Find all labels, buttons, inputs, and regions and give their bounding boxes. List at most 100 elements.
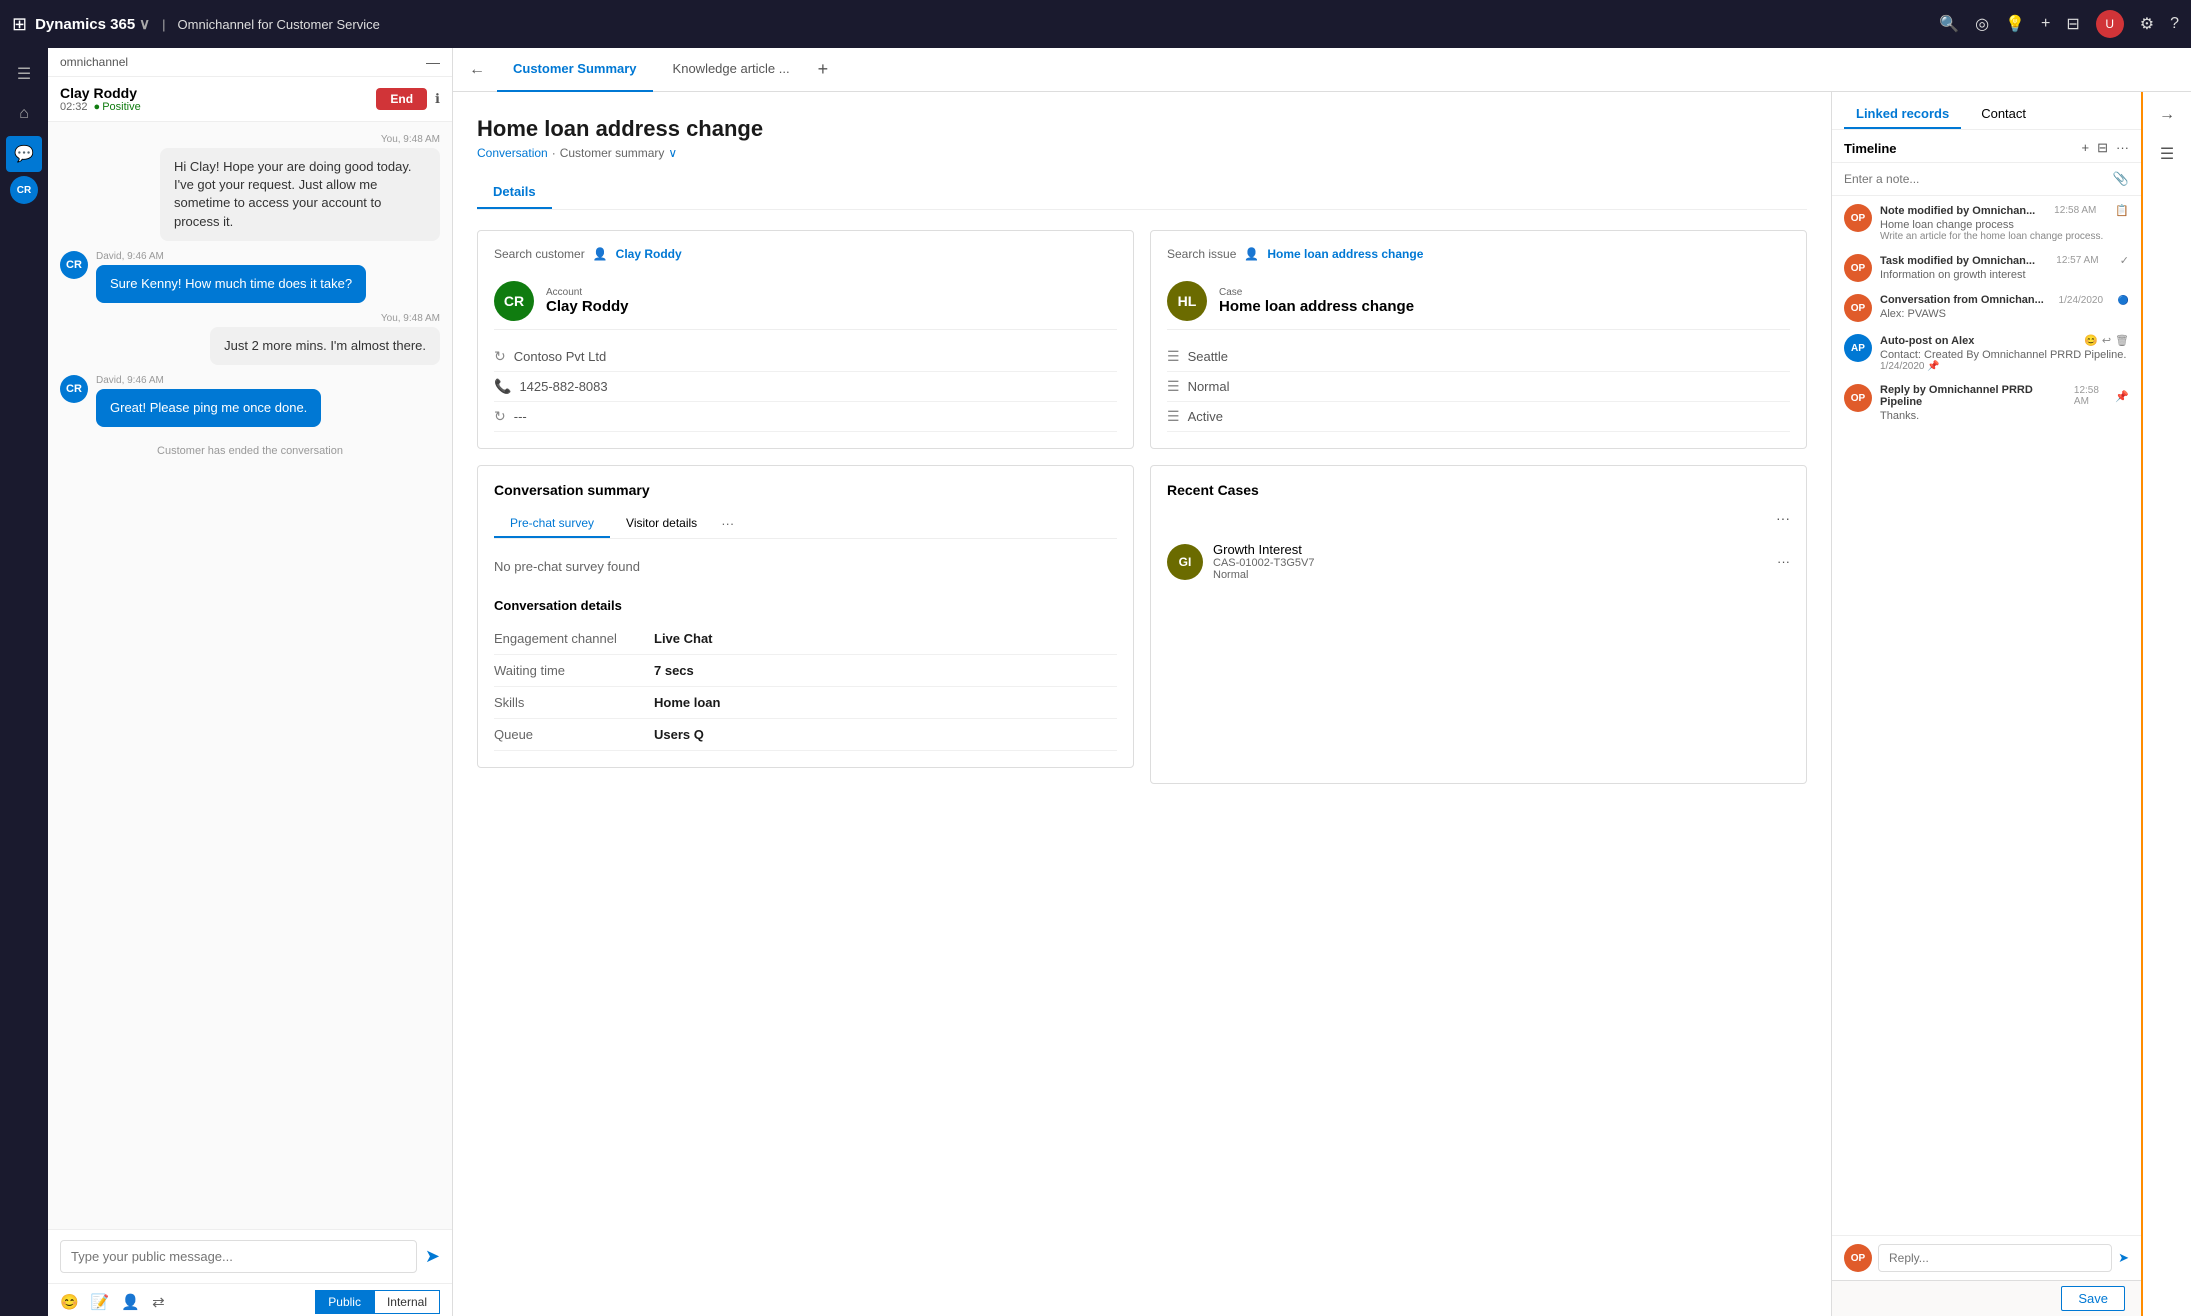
msg-timestamp: You, 9:48 AM xyxy=(60,313,440,324)
list-icon[interactable]: ☰ xyxy=(2154,138,2180,170)
msg-bubble: Great! Please ping me once done. xyxy=(96,389,321,427)
priority-field: ☰ Normal xyxy=(1167,372,1790,402)
transfer-icon[interactable]: ⇄ xyxy=(152,1293,165,1311)
timeline-note-input[interactable] xyxy=(1844,172,2107,186)
visitor-tab[interactable]: Visitor details xyxy=(610,510,713,538)
customer-card: Search customer 👤 Clay Roddy CR Account … xyxy=(477,230,1134,449)
timeline-header: Timeline + ⊟ ··· xyxy=(1832,130,2141,163)
queue-value: Users Q xyxy=(654,727,704,742)
delete-action[interactable]: 🗑 xyxy=(2115,334,2129,347)
user-avatar[interactable]: U xyxy=(2096,10,2124,38)
info-icon[interactable]: ℹ xyxy=(435,91,440,107)
internal-mode-button[interactable]: Internal xyxy=(374,1290,440,1314)
breadcrumb-dropdown[interactable]: ∨ xyxy=(668,146,677,160)
status-field: ☰ Active xyxy=(1167,402,1790,432)
location-field: ☰ Seattle xyxy=(1167,342,1790,372)
save-button[interactable]: Save xyxy=(2061,1286,2125,1311)
phone-icon: 📞 xyxy=(494,378,511,395)
send-button[interactable]: ➤ xyxy=(425,1246,440,1267)
reply-action[interactable]: ↩ xyxy=(2102,334,2111,347)
timeline-item: OP Note modified by Omnichan... 12:58 AM… xyxy=(1844,204,2129,242)
lightbulb-icon[interactable]: 💡 xyxy=(2005,14,2025,34)
message-row: You, 9:48 AM Just 2 more mins. I'm almos… xyxy=(60,313,440,365)
customer-search-link[interactable]: Clay Roddy xyxy=(616,247,682,261)
recent-cases-more[interactable]: ··· xyxy=(1776,510,1790,526)
chat-input[interactable] xyxy=(60,1240,417,1273)
reply-avatar: OP xyxy=(1844,1244,1872,1272)
timeline-filter-icon[interactable]: ⊟ xyxy=(2097,140,2108,156)
tl-title: Task modified by Omnichan... xyxy=(1880,255,2035,267)
sidebar-home-icon[interactable]: ⌂ xyxy=(6,96,42,132)
skills-row: Skills Home loan xyxy=(494,687,1117,719)
linked-records-tab[interactable]: Linked records xyxy=(1844,100,1961,129)
expand-icon[interactable]: → xyxy=(2153,100,2181,130)
tl-time: 12:58 AM xyxy=(2074,385,2115,407)
omnichannel-label: omnichannel xyxy=(60,55,128,69)
kb-icon[interactable]: 👤 xyxy=(121,1293,140,1311)
app-name: Dynamics 365 ∨ xyxy=(35,15,150,33)
case-search-row: Search issue 👤 Home loan address change xyxy=(1167,247,1790,261)
tl-avatar: AP xyxy=(1844,334,1872,362)
case-label: Case xyxy=(1219,287,1414,298)
help-icon[interactable]: ? xyxy=(2170,15,2179,33)
recent-cases-card: Recent Cases ··· GI Growth Interest CAS-… xyxy=(1150,465,1807,784)
company-value: Contoso Pvt Ltd xyxy=(514,349,607,364)
right-panel-tabs: Linked records Contact xyxy=(1832,92,2141,130)
details-tab[interactable]: Details xyxy=(477,176,552,209)
attach-icon[interactable]: 📎 xyxy=(2113,171,2129,187)
breadcrumb: Conversation · Customer summary ∨ xyxy=(477,146,1807,160)
sidebar-menu-icon[interactable]: ☰ xyxy=(6,56,42,92)
timeline-add-icon[interactable]: + xyxy=(2082,140,2090,156)
back-button[interactable]: ← xyxy=(461,57,493,83)
case-item-name: Growth Interest xyxy=(1213,542,1767,557)
note-icon[interactable]: 📝 xyxy=(91,1293,110,1311)
add-tab-button[interactable]: + xyxy=(810,59,837,80)
public-mode-button[interactable]: Public xyxy=(315,1290,374,1314)
sidebar-chat-icon[interactable]: 💬 xyxy=(6,136,42,172)
insights-icon[interactable]: ◎ xyxy=(1975,14,1989,34)
tl-action-icon[interactable]: ✓ xyxy=(2120,254,2129,267)
more-tabs-button[interactable]: ··· xyxy=(713,510,742,538)
filter-icon[interactable]: ⊟ xyxy=(2066,14,2079,34)
waffle-icon[interactable]: ⊞ xyxy=(12,14,27,35)
settings-icon[interactable]: ⚙ xyxy=(2140,14,2154,34)
tl-title: Auto-post on Alex xyxy=(1880,335,1974,347)
tl-avatar: OP xyxy=(1844,204,1872,232)
tl-action-icon[interactable]: 📋 xyxy=(2115,204,2129,217)
tl-action-icon[interactable]: 🔵 xyxy=(2118,295,2129,306)
sidebar-cr-avatar[interactable]: CR xyxy=(10,176,38,204)
tl-time: 12:58 AM xyxy=(2054,205,2096,216)
conv-details-title: Conversation details xyxy=(494,598,1117,613)
message-row: CR David, 9:46 AM Great! Please ping me … xyxy=(60,375,440,427)
sentiment-badge: ● Positive xyxy=(94,101,141,113)
chat-panel: omnichannel — Clay Roddy 02:32 ● Positiv… xyxy=(48,48,453,1316)
customer-avatar: CR xyxy=(60,375,88,403)
collapse-icon[interactable]: — xyxy=(426,54,440,70)
msg-bubble: Just 2 more mins. I'm almost there. xyxy=(210,327,440,365)
reply-send-button[interactable]: ➤ xyxy=(2118,1250,2129,1266)
timeline-more-icon[interactable]: ··· xyxy=(2116,140,2129,156)
tl-action-icon[interactable]: 📌 xyxy=(2115,390,2129,403)
emoji-icon[interactable]: 😊 xyxy=(60,1293,79,1311)
end-button[interactable]: End xyxy=(376,88,427,110)
timeline-actions: + ⊟ ··· xyxy=(2082,140,2130,156)
reply-input[interactable] xyxy=(1878,1244,2112,1272)
case-item-more[interactable]: ··· xyxy=(1777,554,1790,569)
timeline-item: OP Task modified by Omnichan... 12:57 AM… xyxy=(1844,254,2129,282)
add-icon[interactable]: + xyxy=(2041,15,2050,33)
extra-icon: ↻ xyxy=(494,408,506,425)
case-name: Home loan address change xyxy=(1219,298,1414,315)
no-survey-message: No pre-chat survey found xyxy=(494,551,1117,590)
case-item: GI Growth Interest CAS-01002-T3G5V7 Norm… xyxy=(1167,534,1790,589)
tab-customer-summary[interactable]: Customer Summary xyxy=(497,48,653,92)
case-item-avatar: GI xyxy=(1167,544,1203,580)
breadcrumb-conversation[interactable]: Conversation xyxy=(477,146,548,160)
pin-icon[interactable]: 📌 xyxy=(1927,361,1939,372)
case-search-link[interactable]: Home loan address change xyxy=(1267,247,1423,261)
search-icon[interactable]: 🔍 xyxy=(1939,14,1959,34)
prechat-tab[interactable]: Pre-chat survey xyxy=(494,510,610,538)
tab-knowledge-article[interactable]: Knowledge article ... xyxy=(657,48,806,92)
msg-timestamp: David, 9:46 AM xyxy=(96,375,321,386)
contact-tab[interactable]: Contact xyxy=(1969,100,2038,129)
emoji-action[interactable]: 😊 xyxy=(2084,334,2098,347)
